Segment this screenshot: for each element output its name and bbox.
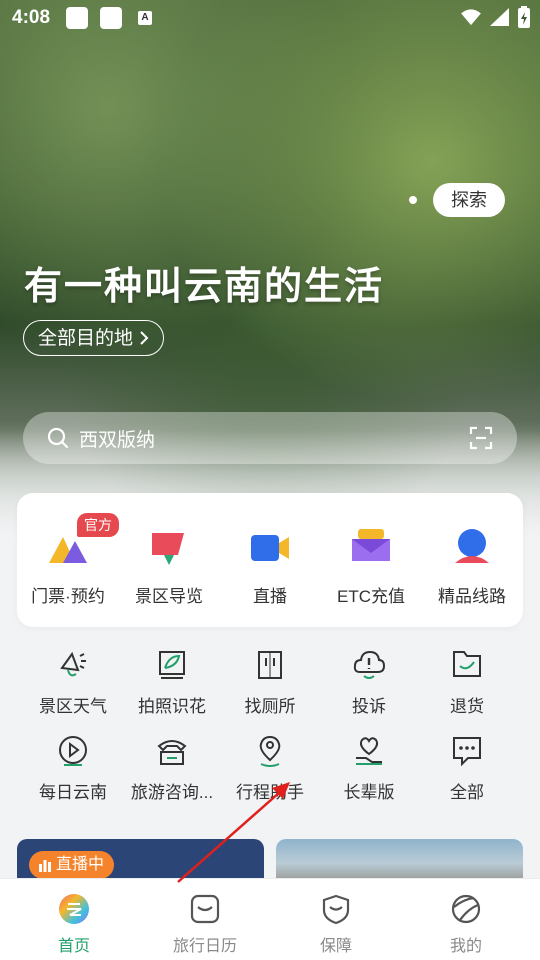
live-badge-label: 直播中 xyxy=(56,856,105,873)
keyboard-indicator-icon: A xyxy=(138,11,152,25)
battery-icon xyxy=(518,6,530,28)
tool-label: 找厕所 xyxy=(244,697,296,716)
status-bar: 4:08 A xyxy=(0,0,540,36)
notification-icon xyxy=(100,7,122,29)
phone-consult-icon xyxy=(157,740,187,765)
elder-mode-icon xyxy=(356,737,382,765)
guide-map-icon xyxy=(152,533,184,565)
tool-all[interactable]: 全部 xyxy=(417,734,517,803)
tab-calendar[interactable]: 旅行日历 xyxy=(150,893,260,956)
weather-icon xyxy=(60,651,86,677)
tool-label: 退货 xyxy=(450,697,484,716)
tool-itinerary[interactable]: 行程助手 xyxy=(220,734,320,803)
tab-protection[interactable]: 保障 xyxy=(281,893,391,956)
service-item-live[interactable]: 直播 xyxy=(220,527,320,607)
route-pin-icon xyxy=(455,529,489,563)
tool-return[interactable]: 退货 xyxy=(417,648,517,717)
tab-label: 首页 xyxy=(57,938,90,955)
all-destinations-label: 全部目的地 xyxy=(38,327,134,349)
service-card: 官方 门票·预约 景区导览 直播 ETC充值 精品线路 xyxy=(17,493,523,627)
complaint-icon xyxy=(353,650,386,679)
tool-complaint[interactable]: 投诉 xyxy=(319,648,419,717)
tool-flower[interactable]: 拍照识花 xyxy=(122,648,222,717)
calendar-icon xyxy=(190,894,220,924)
carousel-dots xyxy=(409,196,417,204)
home-icon xyxy=(59,894,89,924)
etc-card-icon xyxy=(352,529,390,561)
service-label: 门票·预约 xyxy=(31,587,105,606)
tab-home[interactable]: 首页 xyxy=(19,893,129,956)
tab-label: 保障 xyxy=(319,938,352,955)
service-item-tickets[interactable]: 门票·预约 xyxy=(18,527,118,607)
search-icon xyxy=(47,427,69,449)
service-item-routes[interactable]: 精品线路 xyxy=(422,527,522,607)
service-label: ETC充值 xyxy=(337,587,405,606)
notification-icon xyxy=(66,7,88,29)
tab-label: 旅行日历 xyxy=(172,938,237,955)
live-badge: 直播中 xyxy=(29,851,115,879)
tool-toilet[interactable]: 找厕所 xyxy=(220,648,320,717)
signal-icon xyxy=(490,8,509,26)
tool-label: 每日云南 xyxy=(39,783,107,802)
profile-icon xyxy=(451,894,481,924)
wifi-icon xyxy=(461,9,481,26)
tool-weather[interactable]: 景区天气 xyxy=(23,648,123,717)
service-label: 直播 xyxy=(253,587,287,606)
toilet-icon xyxy=(258,651,282,679)
service-item-etc[interactable]: ETC充值 xyxy=(321,527,421,607)
daily-video-icon xyxy=(59,736,87,766)
service-label: 景区导览 xyxy=(135,587,203,606)
tool-elder-mode[interactable]: 长辈版 xyxy=(319,734,419,803)
tool-label: 景区天气 xyxy=(39,697,107,716)
service-label: 精品线路 xyxy=(438,587,506,606)
flower-recognition-icon xyxy=(159,651,185,679)
live-bars-icon xyxy=(39,860,51,872)
status-time: 4:08 xyxy=(12,7,51,28)
tool-consult[interactable]: 旅游咨询... xyxy=(122,734,222,803)
search-input[interactable]: 西双版纳 xyxy=(79,425,155,452)
tool-label: 长辈版 xyxy=(343,783,395,802)
all-destinations-button[interactable]: 全部目的地 xyxy=(23,320,165,356)
tool-label: 行程助手 xyxy=(236,783,304,802)
tool-daily-yunnan[interactable]: 每日云南 xyxy=(23,734,123,803)
tool-label: 拍照识花 xyxy=(138,697,206,716)
live-camera-icon xyxy=(251,535,289,561)
shield-icon xyxy=(322,894,350,925)
ticket-icon xyxy=(49,537,87,563)
scan-icon[interactable] xyxy=(469,426,493,450)
tab-mine[interactable]: 我的 xyxy=(411,893,521,956)
hero-slogan: 有一种叫云南的生活 xyxy=(24,266,385,308)
chevron-right-icon xyxy=(140,331,149,345)
tool-label: 全部 xyxy=(450,783,484,802)
tab-label: 我的 xyxy=(449,938,482,955)
more-icon xyxy=(453,737,481,767)
tool-label: 旅游咨询... xyxy=(130,783,214,802)
itinerary-icon xyxy=(259,735,281,767)
return-goods-icon xyxy=(453,651,481,677)
explore-button[interactable]: 探索 xyxy=(433,183,505,217)
bottom-tab-bar: 首页 旅行日历 保障 我的 xyxy=(0,878,540,960)
search-bar[interactable]: 西双版纳 xyxy=(23,412,517,464)
service-item-guide[interactable]: 景区导览 xyxy=(119,527,219,607)
tool-label: 投诉 xyxy=(352,697,386,716)
